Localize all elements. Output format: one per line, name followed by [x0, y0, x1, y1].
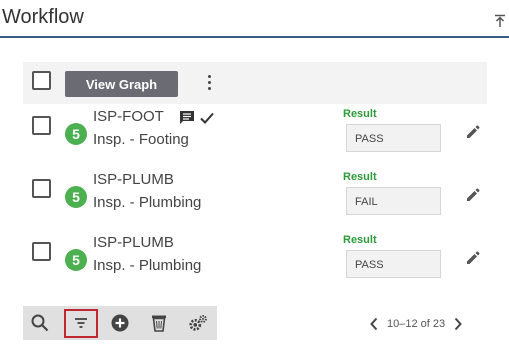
- workflow-row: 5 ISP-PLUMB Insp. - Plumbing Result FAIL: [23, 167, 487, 227]
- task-code: ISP-PLUMB: [93, 234, 174, 251]
- check-icon: [200, 112, 214, 124]
- workflow-row: 5 ISP-PLUMB Insp. - Plumbing Result PASS: [23, 230, 487, 290]
- trash-icon[interactable]: [149, 313, 169, 333]
- edit-icon[interactable]: [465, 124, 481, 140]
- filter-icon[interactable]: [71, 313, 91, 333]
- task-code: ISP-PLUMB: [93, 171, 174, 188]
- row-checkbox[interactable]: [32, 242, 51, 261]
- result-label: Result: [343, 171, 377, 183]
- panel-title: Workflow: [2, 6, 84, 28]
- collapse-up-icon[interactable]: [494, 14, 506, 28]
- chevron-left-icon[interactable]: [369, 317, 379, 331]
- status-badge: 5: [65, 123, 87, 145]
- row-checkbox[interactable]: [32, 179, 51, 198]
- bottom-action-bar: [23, 306, 217, 340]
- task-code: ISP-FOOT: [93, 108, 164, 125]
- view-graph-button[interactable]: View Graph: [65, 71, 178, 97]
- workflow-row: 5 ISP-FOOT Insp. - Footing Result PASS: [23, 104, 487, 164]
- status-badge: 5: [65, 249, 87, 271]
- result-field[interactable]: PASS: [346, 250, 441, 278]
- task-description: Insp. - Plumbing: [93, 194, 202, 211]
- task-description: Insp. - Footing: [93, 131, 189, 148]
- edit-icon[interactable]: [465, 187, 481, 203]
- row-checkbox[interactable]: [32, 116, 51, 135]
- result-label: Result: [343, 108, 377, 120]
- search-icon[interactable]: [30, 313, 50, 333]
- more-vertical-icon[interactable]: [206, 75, 212, 91]
- add-circle-icon[interactable]: [110, 313, 130, 333]
- chevron-right-icon[interactable]: [453, 317, 463, 331]
- task-description: Insp. - Plumbing: [93, 257, 202, 274]
- select-all-checkbox[interactable]: [32, 71, 51, 90]
- pagination: 10–12 of 23: [369, 315, 463, 333]
- comment-icon[interactable]: [179, 110, 195, 126]
- settings-gears-icon[interactable]: [188, 313, 208, 333]
- row-status-icons: [179, 110, 215, 126]
- edit-icon[interactable]: [465, 250, 481, 266]
- panel-header: Workflow: [0, 0, 509, 38]
- result-field[interactable]: PASS: [346, 124, 441, 152]
- result-label: Result: [343, 234, 377, 246]
- workflow-toolbar: View Graph: [23, 62, 487, 104]
- result-field[interactable]: FAIL: [346, 187, 441, 215]
- status-badge: 5: [65, 186, 87, 208]
- page-range: 10–12 of 23: [387, 318, 446, 330]
